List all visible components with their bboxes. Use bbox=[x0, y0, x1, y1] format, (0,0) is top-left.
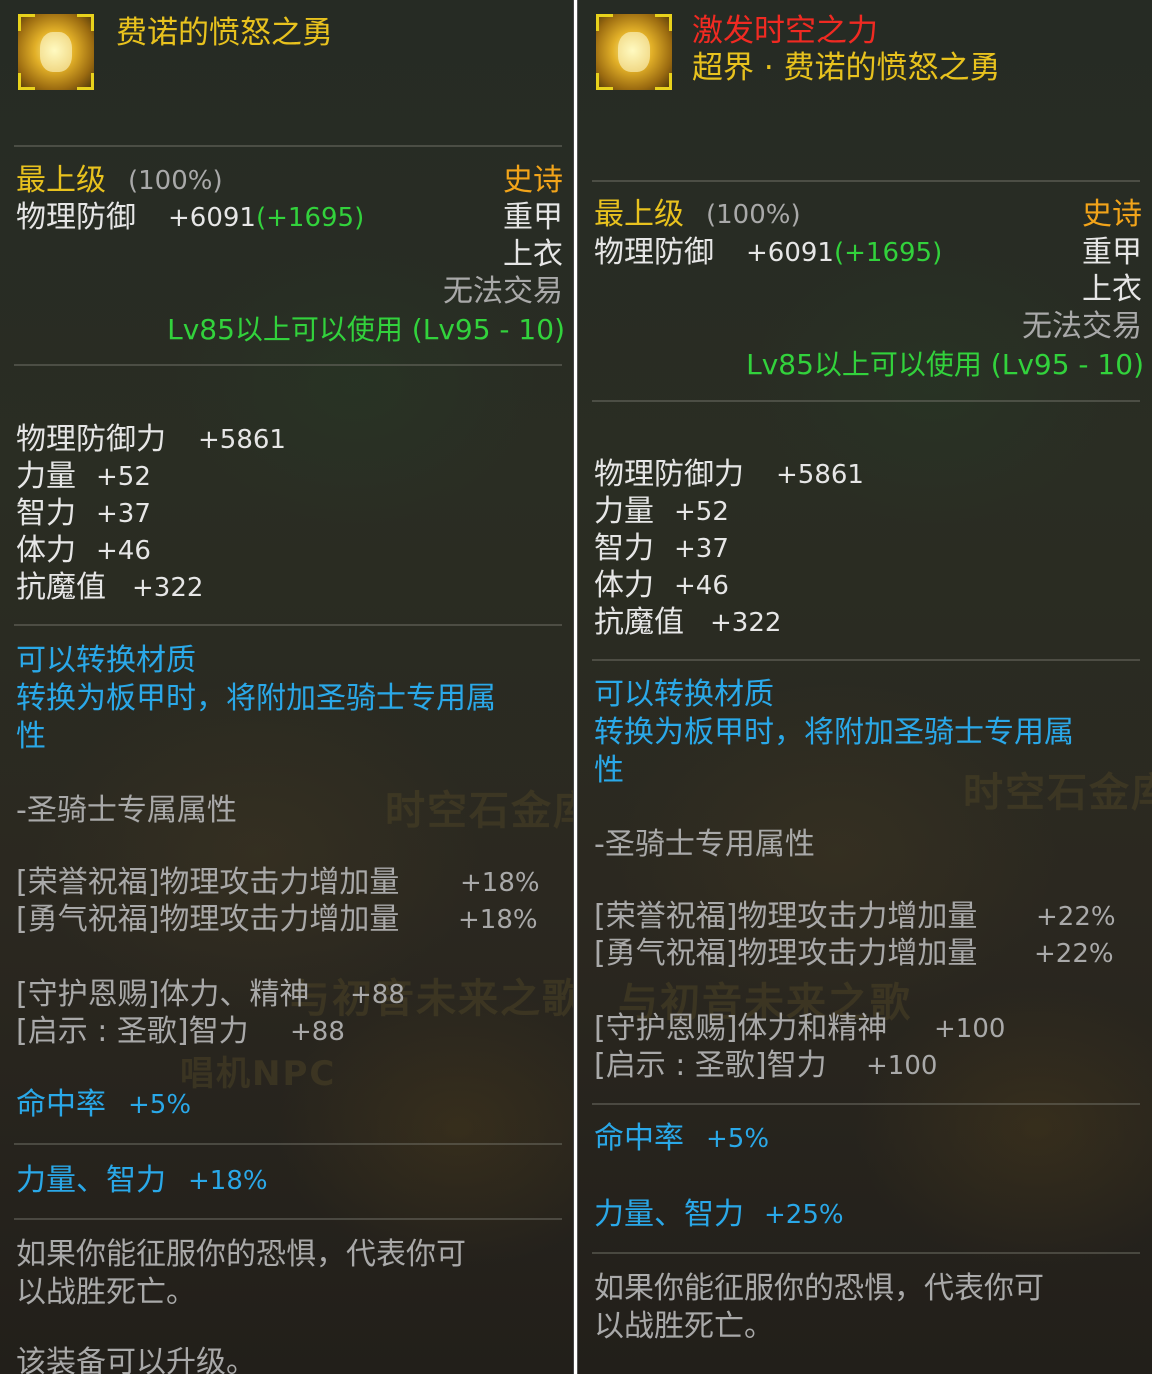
phys-def-label: 物理防御 bbox=[16, 200, 136, 235]
divider bbox=[14, 364, 562, 366]
skill-bonus-name: [启示 : 圣歌]智力 bbox=[16, 1014, 249, 1049]
stat-name: 抗魔值 bbox=[594, 605, 684, 640]
divider bbox=[14, 624, 562, 626]
grade-percent: (100%) bbox=[128, 166, 223, 196]
phys-def-value: +6091 bbox=[746, 238, 834, 268]
divider bbox=[14, 1218, 562, 1220]
convert-note: 转换为板甲时，将附加圣骑士专用属 bbox=[594, 715, 1074, 750]
item-icon[interactable] bbox=[596, 14, 672, 90]
convert-note: 转换为板甲时，将附加圣骑士专用属 bbox=[16, 681, 496, 716]
flavor-text: 如果你能征服你的恐惧，代表你可 bbox=[594, 1271, 1044, 1306]
skill-bonus-value: +88 bbox=[350, 980, 405, 1010]
divider bbox=[14, 1143, 562, 1145]
flavor-text: 以战胜死亡。 bbox=[594, 1309, 774, 1344]
stat-value: +52 bbox=[96, 462, 151, 492]
phys-def-value: +6091 bbox=[168, 203, 256, 233]
convert-note: 可以转换材质 bbox=[16, 643, 196, 678]
item-name: 费诺的愤怒之勇 bbox=[116, 15, 333, 51]
divider bbox=[14, 145, 562, 147]
stat-value: +46 bbox=[96, 536, 151, 566]
str-int-value: +18% bbox=[188, 1166, 268, 1196]
item-name: 超界 · 费诺的愤怒之勇 bbox=[692, 50, 1001, 86]
skill-bonus-name: [荣誉祝福]物理攻击力增加量 bbox=[594, 899, 978, 934]
background-watermark: 唱机NPC bbox=[180, 1054, 337, 1094]
class-attr-header: -圣骑士专属属性 bbox=[16, 793, 237, 828]
stat-value: +37 bbox=[674, 534, 729, 564]
skill-bonus-name: [守护恩赐]体力和精神 bbox=[594, 1011, 888, 1046]
trade-restriction: 无法交易 bbox=[1022, 309, 1142, 344]
background-watermark: 与初音未来之歌 bbox=[290, 976, 574, 1022]
skill-bonus-value: +100 bbox=[934, 1014, 1006, 1044]
divider bbox=[592, 1103, 1140, 1105]
item-prefix-title: 激发时空之力 bbox=[692, 13, 878, 49]
stat-value: +46 bbox=[674, 571, 729, 601]
armor-type: 重甲 bbox=[503, 200, 563, 235]
skill-bonus-name: [勇气祝福]物理攻击力增加量 bbox=[16, 902, 400, 937]
skill-bonus-value: +100 bbox=[866, 1051, 938, 1081]
flavor-text: 以战胜死亡。 bbox=[16, 1275, 196, 1310]
background-watermark: 时空石金库 bbox=[385, 788, 574, 834]
skill-bonus-name: [启示 : 圣歌]智力 bbox=[594, 1048, 827, 1083]
item-tooltip-upgraded: 时空石金库 与初音未来之歌 激发时空之力 超界 · 费诺的愤怒之勇 最上级 (1… bbox=[577, 0, 1152, 1374]
stat-name: 力量 bbox=[16, 459, 76, 494]
stat-name: 体力 bbox=[16, 533, 76, 568]
stat-name: 抗魔值 bbox=[16, 570, 106, 605]
phys-def-bonus: (+1695) bbox=[256, 203, 365, 233]
upgrade-note: 该装备可以升级。 bbox=[16, 1345, 256, 1374]
divider bbox=[592, 1252, 1140, 1254]
skill-bonus-value: +88 bbox=[290, 1017, 345, 1047]
skill-bonus-value: +18% bbox=[458, 905, 538, 935]
level-requirement: Lv85以上可以使用 (Lv95 - 10) bbox=[167, 313, 565, 346]
rarity-label: 史诗 bbox=[503, 163, 563, 198]
hit-rate-value: +5% bbox=[706, 1124, 770, 1154]
stat-value: +5861 bbox=[198, 425, 286, 455]
item-tooltip-original: 时空石金库 与初音未来之歌 唱机NPC 费诺的愤怒之勇 最上级 (100%) 史… bbox=[0, 0, 574, 1374]
str-int-label: 力量、智力 bbox=[594, 1197, 744, 1232]
level-requirement: Lv85以上可以使用 (Lv95 - 10) bbox=[746, 348, 1144, 381]
skill-bonus-name: [勇气祝福]物理攻击力增加量 bbox=[594, 936, 978, 971]
armor-type: 重甲 bbox=[1082, 235, 1142, 270]
equip-slot: 上衣 bbox=[503, 237, 563, 272]
grade-percent: (100%) bbox=[706, 200, 801, 230]
stat-value: +52 bbox=[674, 497, 729, 527]
stat-value: +322 bbox=[132, 573, 204, 603]
stat-name: 体力 bbox=[594, 568, 654, 603]
convert-note: 性 bbox=[16, 719, 46, 754]
rarity-label: 史诗 bbox=[1082, 197, 1142, 232]
flavor-text: 如果你能征服你的恐惧，代表你可 bbox=[16, 1237, 466, 1272]
trade-restriction: 无法交易 bbox=[443, 274, 563, 309]
phys-def-bonus: (+1695) bbox=[834, 238, 943, 268]
stat-value: +37 bbox=[96, 499, 151, 529]
grade-label: 最上级 bbox=[594, 197, 684, 232]
convert-note: 可以转换材质 bbox=[594, 677, 774, 712]
divider bbox=[592, 400, 1140, 402]
background-watermark: 时空石金库 bbox=[963, 770, 1152, 816]
stat-name: 物理防御力 bbox=[16, 422, 166, 457]
phys-def-label: 物理防御 bbox=[594, 235, 714, 270]
class-attr-header: -圣骑士专用属性 bbox=[594, 827, 815, 862]
skill-bonus-value: +22% bbox=[1034, 939, 1114, 969]
skill-bonus-name: [荣誉祝福]物理攻击力增加量 bbox=[16, 865, 400, 900]
stat-name: 力量 bbox=[594, 494, 654, 529]
convert-note: 性 bbox=[594, 753, 624, 788]
divider bbox=[592, 180, 1140, 182]
str-int-label: 力量、智力 bbox=[16, 1163, 166, 1198]
stat-name: 物理防御力 bbox=[594, 457, 744, 492]
hit-rate-value: +5% bbox=[128, 1090, 192, 1120]
skill-bonus-value: +18% bbox=[460, 868, 540, 898]
hit-rate-label: 命中率 bbox=[594, 1121, 684, 1156]
stat-name: 智力 bbox=[594, 531, 654, 566]
str-int-value: +25% bbox=[764, 1200, 844, 1230]
item-icon[interactable] bbox=[18, 14, 94, 90]
stat-value: +5861 bbox=[776, 460, 864, 490]
skill-bonus-name: [守护恩赐]体力、精神 bbox=[16, 977, 310, 1012]
divider bbox=[592, 659, 1140, 661]
stat-name: 智力 bbox=[16, 496, 76, 531]
equip-slot: 上衣 bbox=[1082, 272, 1142, 307]
grade-label: 最上级 bbox=[16, 163, 106, 198]
skill-bonus-value: +22% bbox=[1036, 902, 1116, 932]
stat-value: +322 bbox=[710, 608, 782, 638]
hit-rate-label: 命中率 bbox=[16, 1087, 106, 1122]
